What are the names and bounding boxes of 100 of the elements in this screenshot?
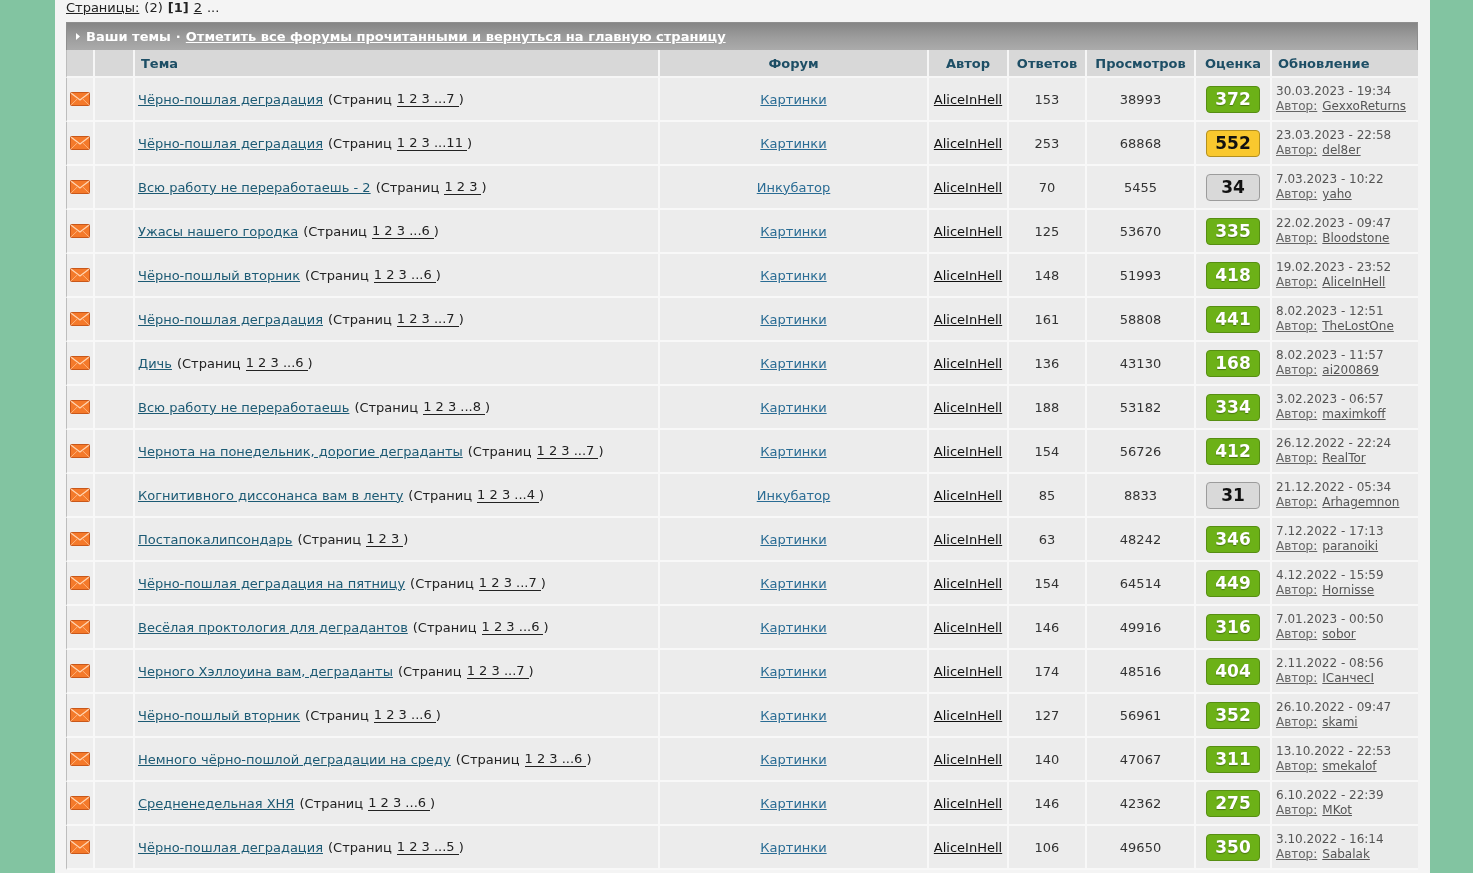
author-label-link[interactable]: Автор: bbox=[1276, 539, 1318, 553]
last-poster-link[interactable]: Arhagemnon bbox=[1322, 495, 1400, 509]
topic-link[interactable]: Чёрно-пошлая деградация bbox=[138, 839, 323, 855]
forum-link[interactable]: Инкубатор bbox=[756, 487, 831, 503]
page-links[interactable]: 1 2 3 ...7 bbox=[478, 575, 541, 591]
last-poster-link[interactable]: del8er bbox=[1322, 143, 1361, 157]
forum-link[interactable]: Картинки bbox=[760, 575, 827, 591]
author-label-link[interactable]: Автор: bbox=[1276, 715, 1318, 729]
topic-link[interactable]: Чёрно-пошлая деградация bbox=[138, 135, 323, 151]
author-link[interactable]: AliceInHell bbox=[933, 399, 1003, 415]
forum-link[interactable]: Картинки bbox=[760, 795, 827, 811]
topic-link[interactable]: Чёрно-пошлая деградация на пятницу bbox=[138, 575, 406, 591]
last-poster-link[interactable]: AliceInHell bbox=[1322, 275, 1386, 289]
author-label-link[interactable]: Автор: bbox=[1276, 363, 1318, 377]
page-links[interactable]: 1 2 3 ...7 bbox=[396, 311, 459, 327]
author-label-link[interactable]: Автор: bbox=[1276, 451, 1318, 465]
page-links[interactable]: 1 2 3 ...6 bbox=[481, 619, 544, 635]
forum-link[interactable]: Инкубатор bbox=[756, 179, 831, 195]
forum-link[interactable]: Картинки bbox=[760, 707, 827, 723]
forum-link[interactable]: Картинки bbox=[760, 443, 827, 459]
author-link[interactable]: AliceInHell bbox=[933, 575, 1003, 591]
topic-link[interactable]: Средненедельная ХНЯ bbox=[138, 795, 295, 811]
author-label-link[interactable]: Автор: bbox=[1276, 187, 1318, 201]
author-link[interactable]: AliceInHell bbox=[933, 311, 1003, 327]
last-poster-link[interactable]: ai200869 bbox=[1322, 363, 1379, 377]
page-links[interactable]: 1 2 3 ...8 bbox=[423, 399, 486, 415]
page-links[interactable]: 1 2 3 ...6 bbox=[371, 223, 434, 239]
forum-link[interactable]: Картинки bbox=[760, 311, 827, 327]
page-links[interactable]: 1 2 3 ...6 bbox=[245, 355, 308, 371]
page-links[interactable]: 1 2 3 ...6 bbox=[373, 707, 436, 723]
topic-link[interactable]: Черного Хэллоуина вам, деграданты bbox=[138, 663, 393, 679]
topic-link[interactable]: Чернота на понедельник, дорогие деграданты bbox=[138, 443, 463, 459]
last-poster-link[interactable]: GexxoReturns bbox=[1322, 99, 1406, 113]
author-link[interactable]: AliceInHell bbox=[933, 135, 1003, 151]
page-links[interactable]: 1 2 3 ...6 bbox=[368, 795, 431, 811]
author-label-link[interactable]: Автор: bbox=[1276, 495, 1318, 509]
topic-link[interactable]: Немного чёрно-пошлой деградации на среду bbox=[138, 751, 451, 767]
topic-link[interactable]: Дичь bbox=[138, 355, 172, 371]
author-label-link[interactable]: Автор: bbox=[1276, 847, 1318, 861]
forum-link[interactable]: Картинки bbox=[760, 619, 827, 635]
topic-link[interactable]: Чёрно-пошлый вторник bbox=[138, 707, 301, 723]
last-poster-link[interactable]: sobor bbox=[1322, 627, 1356, 641]
author-link[interactable]: AliceInHell bbox=[933, 443, 1003, 459]
page-links[interactable]: 1 2 3 ...6 bbox=[373, 267, 436, 283]
page-links[interactable]: 1 2 3 ...7 bbox=[466, 663, 529, 679]
last-poster-link[interactable]: Hornisse bbox=[1322, 583, 1375, 597]
author-label-link[interactable]: Автор: bbox=[1276, 143, 1318, 157]
forum-link[interactable]: Картинки bbox=[760, 531, 827, 547]
author-label-link[interactable]: Автор: bbox=[1276, 231, 1318, 245]
page-links[interactable]: 1 2 3 bbox=[444, 179, 482, 195]
last-poster-link[interactable]: smekalof bbox=[1322, 759, 1377, 773]
author-link[interactable]: AliceInHell bbox=[933, 487, 1003, 503]
topic-link[interactable]: Чёрно-пошлый вторник bbox=[138, 267, 301, 283]
author-label-link[interactable]: Автор: bbox=[1276, 627, 1318, 641]
author-link[interactable]: AliceInHell bbox=[933, 267, 1003, 283]
page-links[interactable]: 1 2 3 ...7 bbox=[396, 91, 459, 107]
page-links[interactable]: 1 2 3 ...11 bbox=[396, 135, 467, 151]
page-links[interactable]: 1 2 3 ...5 bbox=[396, 839, 459, 855]
last-poster-link[interactable]: yaho bbox=[1322, 187, 1352, 201]
topic-link[interactable]: Чёрно-пошлая деградация bbox=[138, 311, 323, 327]
topic-link[interactable]: Всю работу не переработаешь - 2 bbox=[138, 179, 371, 195]
author-link[interactable]: AliceInHell bbox=[933, 707, 1003, 723]
last-poster-link[interactable]: TheLostOne bbox=[1322, 319, 1394, 333]
last-poster-link[interactable]: MKot bbox=[1322, 803, 1352, 817]
last-poster-link[interactable]: maximkoff bbox=[1322, 407, 1386, 421]
author-link[interactable]: AliceInHell bbox=[933, 179, 1003, 195]
last-poster-link[interactable]: Sabalak bbox=[1322, 847, 1370, 861]
author-label-link[interactable]: Автор: bbox=[1276, 319, 1318, 333]
author-label-link[interactable]: Автор: bbox=[1276, 803, 1318, 817]
topic-link[interactable]: Весёлая проктология для деградантов bbox=[138, 619, 408, 635]
author-link[interactable]: AliceInHell bbox=[933, 355, 1003, 371]
pagination-label-link[interactable]: Страницы: bbox=[66, 0, 140, 15]
author-link[interactable]: AliceInHell bbox=[933, 663, 1003, 679]
forum-link[interactable]: Картинки bbox=[760, 839, 827, 855]
author-label-link[interactable]: Автор: bbox=[1276, 407, 1318, 421]
author-link[interactable]: AliceInHell bbox=[933, 839, 1003, 855]
forum-link[interactable]: Картинки bbox=[760, 135, 827, 151]
author-link[interactable]: AliceInHell bbox=[933, 619, 1003, 635]
last-poster-link[interactable]: RealTor bbox=[1322, 451, 1366, 465]
author-link[interactable]: AliceInHell bbox=[933, 91, 1003, 107]
author-label-link[interactable]: Автор: bbox=[1276, 583, 1318, 597]
author-link[interactable]: AliceInHell bbox=[933, 531, 1003, 547]
page-links[interactable]: 1 2 3 ...6 bbox=[524, 751, 587, 767]
topic-link[interactable]: Постапокалипсондарь bbox=[138, 531, 293, 547]
topic-link[interactable]: Чёрно-пошлая деградация bbox=[138, 91, 323, 107]
topic-link[interactable]: Когнитивного диссонанса вам в ленту bbox=[138, 487, 404, 503]
forum-link[interactable]: Картинки bbox=[760, 267, 827, 283]
forum-link[interactable]: Картинки bbox=[760, 751, 827, 767]
page-links[interactable]: 1 2 3 ...4 bbox=[477, 487, 539, 503]
page-links[interactable]: 1 2 3 bbox=[366, 531, 404, 547]
forum-link[interactable]: Картинки bbox=[760, 223, 827, 239]
last-poster-link[interactable]: Bloodstone bbox=[1322, 231, 1390, 245]
author-link[interactable]: AliceInHell bbox=[933, 223, 1003, 239]
forum-link[interactable]: Картинки bbox=[760, 399, 827, 415]
author-label-link[interactable]: Автор: bbox=[1276, 99, 1318, 113]
topic-link[interactable]: Всю работу не переработаешь bbox=[138, 399, 350, 415]
author-label-link[interactable]: Автор: bbox=[1276, 275, 1318, 289]
last-poster-link[interactable]: IСанчесI bbox=[1322, 671, 1374, 685]
forum-link[interactable]: Картинки bbox=[760, 663, 827, 679]
author-link[interactable]: AliceInHell bbox=[933, 751, 1003, 767]
